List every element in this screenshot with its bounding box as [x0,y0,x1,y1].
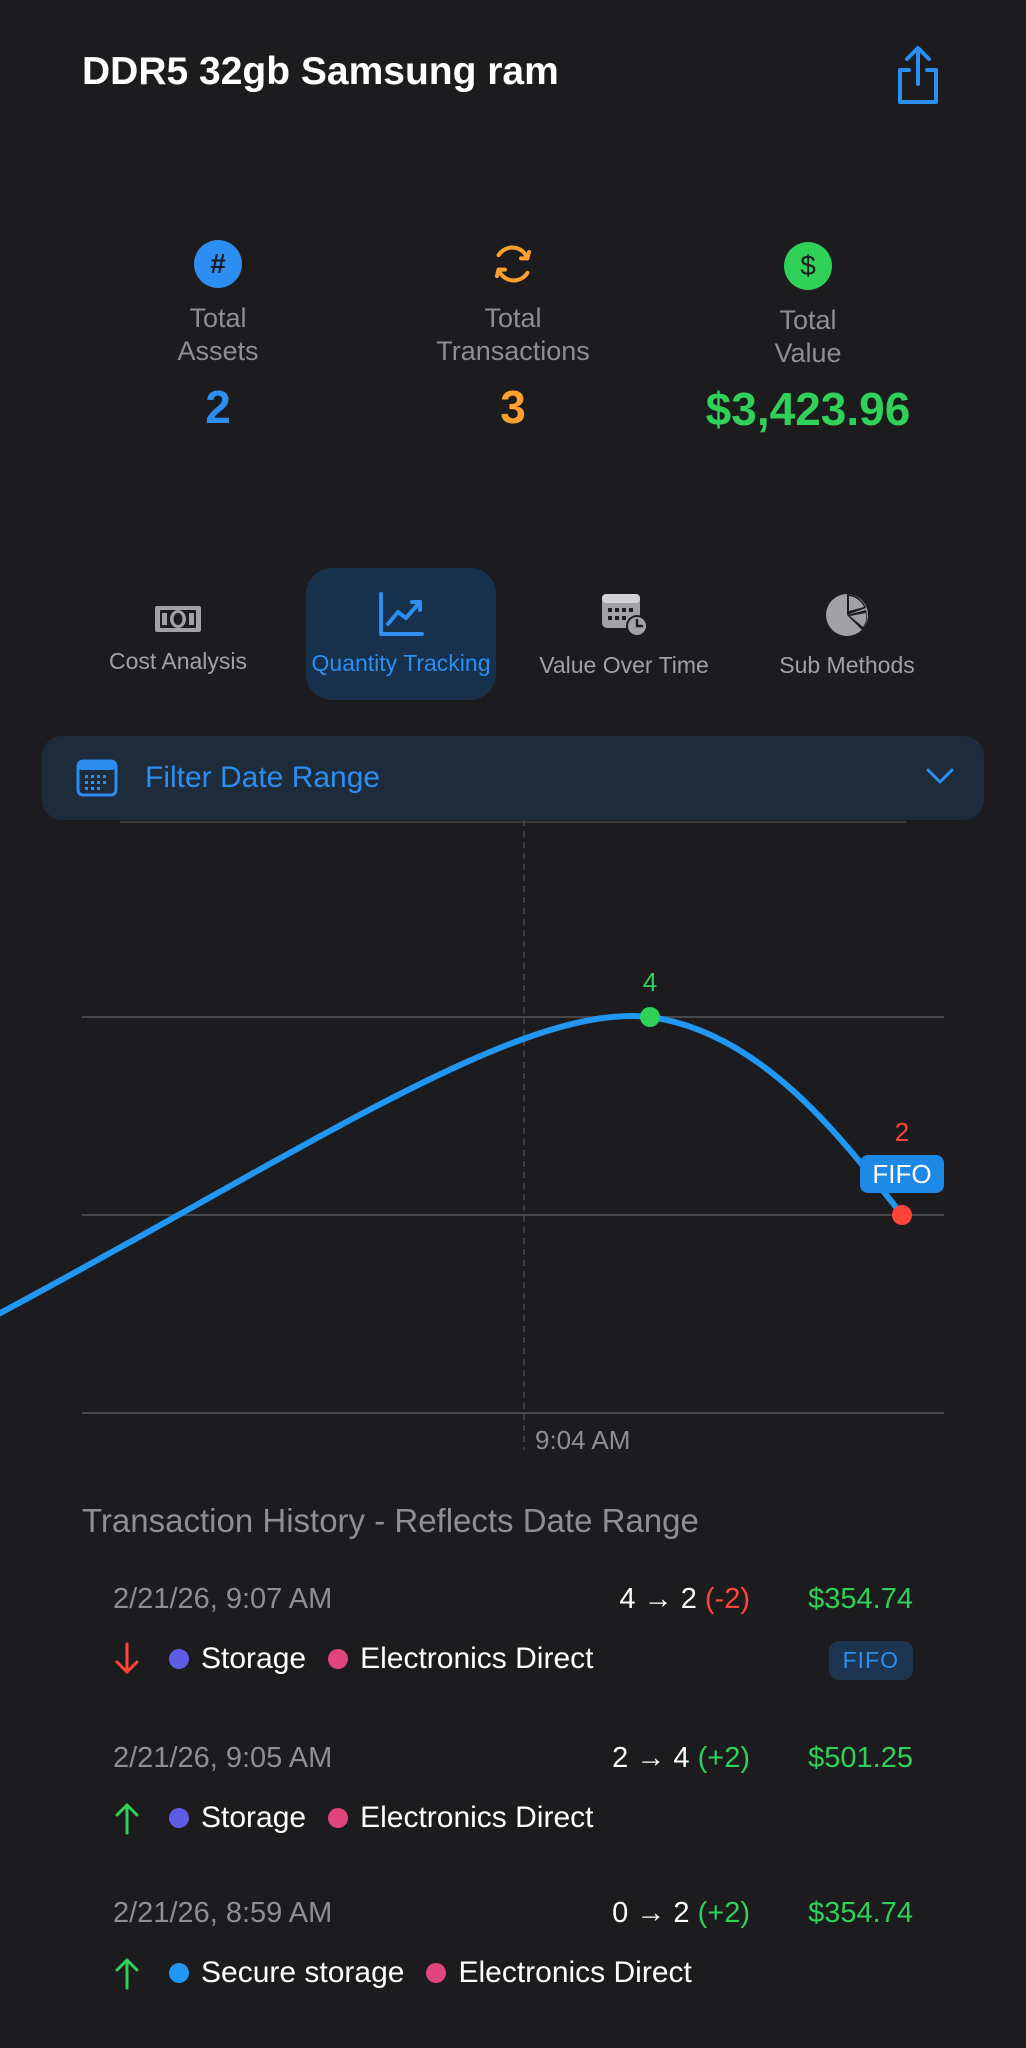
qty-delta: (+2) [697,1897,750,1929]
refresh-icon [489,240,537,288]
vendor-dot [426,1963,447,1983]
tab-label: Value Over Time [539,652,709,678]
calendar-clock-icon [602,594,648,637]
fifo-chart-badge-label: FIFO [872,1159,931,1189]
stat-total-value: $ Total Value $3,423.96 [668,242,948,436]
stat-total-transactions: Total Transactions 3 [373,240,653,434]
stat-label: Total Transactions [436,303,590,366]
qty-from: 4 [619,1583,636,1615]
data-label: 4 [643,967,657,997]
arrow-up-icon [115,1958,139,1990]
tab-sub-methods[interactable]: Sub Methods [752,568,942,700]
transaction-date: 2/21/26, 9:07 AM [113,1583,333,1615]
filter-date-range-dropdown[interactable]: Filter Date Range [42,736,984,820]
stat-value: $3,423.96 [705,383,911,435]
vendor-tag: Electronics Direct [360,1801,594,1834]
transaction-row[interactable]: 2/21/26, 9:07 AM 4 → 2 (-2) $354.74 Storage… [113,1583,913,1703]
tab-quantity-tracking[interactable]: Quantity Tracking [306,568,496,700]
qty-from: 2 [612,1742,629,1774]
transaction-date: 2/21/26, 9:05 AM [113,1742,333,1774]
chart-line-icon [379,592,424,636]
tab-label: Quantity Tracking [311,650,491,676]
stat-total-assets: # Total Assets 2 [78,240,358,434]
chart-x-tick-label: 9:04 AM [535,1425,630,1455]
quantity-chart: 9:04 AM FIFO 4 2 [0,820,944,1455]
tab-value-over-time[interactable]: Value Over Time [529,568,719,700]
stat-label: Total Assets [177,303,259,366]
transaction-history-title: Transaction History - Reflects Date Rang… [82,1502,699,1539]
qty-delta: (+2) [697,1742,750,1774]
location-dot [169,1649,189,1669]
qty-delta: (-2) [704,1583,750,1615]
qty-to: 2 [680,1583,697,1615]
vendor-tag: Electronics Direct [458,1956,692,1989]
location-dot [169,1808,189,1828]
data-label: 2 [895,1117,909,1147]
location-dot [169,1963,189,1983]
transaction-date: 2/21/26, 8:59 AM [113,1897,333,1929]
qty-to: 2 [673,1897,690,1929]
vendor-tag: Electronics Direct [360,1642,594,1675]
transaction-quantity-change: 2 → 4 (+2) [612,1742,750,1774]
chevron-down-icon [926,768,954,784]
location-tag: Storage [201,1801,307,1834]
page-title: DDR5 32gb Samsung ram [82,50,559,93]
transaction-row[interactable]: 2/21/26, 9:05 AM 2 → 4 (+2) $501.25 Storage… [113,1742,913,1862]
fifo-badge: FIFO [828,1641,913,1680]
share-button[interactable] [890,44,946,106]
tab-label: Sub Methods [779,652,915,678]
stat-label: Total Value [774,305,842,368]
data-point [640,1007,660,1027]
banknote-icon [155,606,201,632]
share-icon [898,46,938,104]
hash-icon: # [194,240,242,288]
pie-chart-icon [826,594,868,636]
transaction-amount: $354.74 [808,1583,913,1615]
vendor-dot [328,1649,349,1669]
arrow-up-icon [115,1803,139,1835]
vendor-dot [328,1808,349,1828]
location-tag: Secure storage [201,1956,405,1989]
transaction-tags: Storage Electronics Direct [113,1800,615,1836]
transaction-quantity-change: 0 → 2 (+2) [612,1897,750,1929]
stat-value: 2 [205,381,231,433]
transaction-amount: $501.25 [808,1742,913,1774]
transaction-quantity-change: 4 → 2 (-2) [619,1583,750,1615]
calendar-icon [76,759,118,797]
data-point [892,1205,912,1225]
transaction-row[interactable]: 2/21/26, 8:59 AM 0 → 2 (+2) $354.74 Secure … [113,1897,913,2017]
transaction-tags: Secure storage Electronics Direct [113,1955,714,1991]
filter-label: Filter Date Range [145,761,381,794]
transaction-amount: $354.74 [808,1897,913,1929]
series-line [0,1013,905,1317]
tab-cost-analysis[interactable]: Cost Analysis [83,568,273,700]
tab-label: Cost Analysis [108,648,248,674]
transaction-tags: Storage Electronics Direct [113,1641,615,1677]
qty-to: 4 [673,1742,690,1774]
dollar-icon: $ [784,242,832,290]
stat-value: 3 [500,381,526,433]
arrow-down-icon [115,1642,139,1674]
location-tag: Storage [201,1642,307,1675]
qty-from: 0 [612,1897,629,1929]
